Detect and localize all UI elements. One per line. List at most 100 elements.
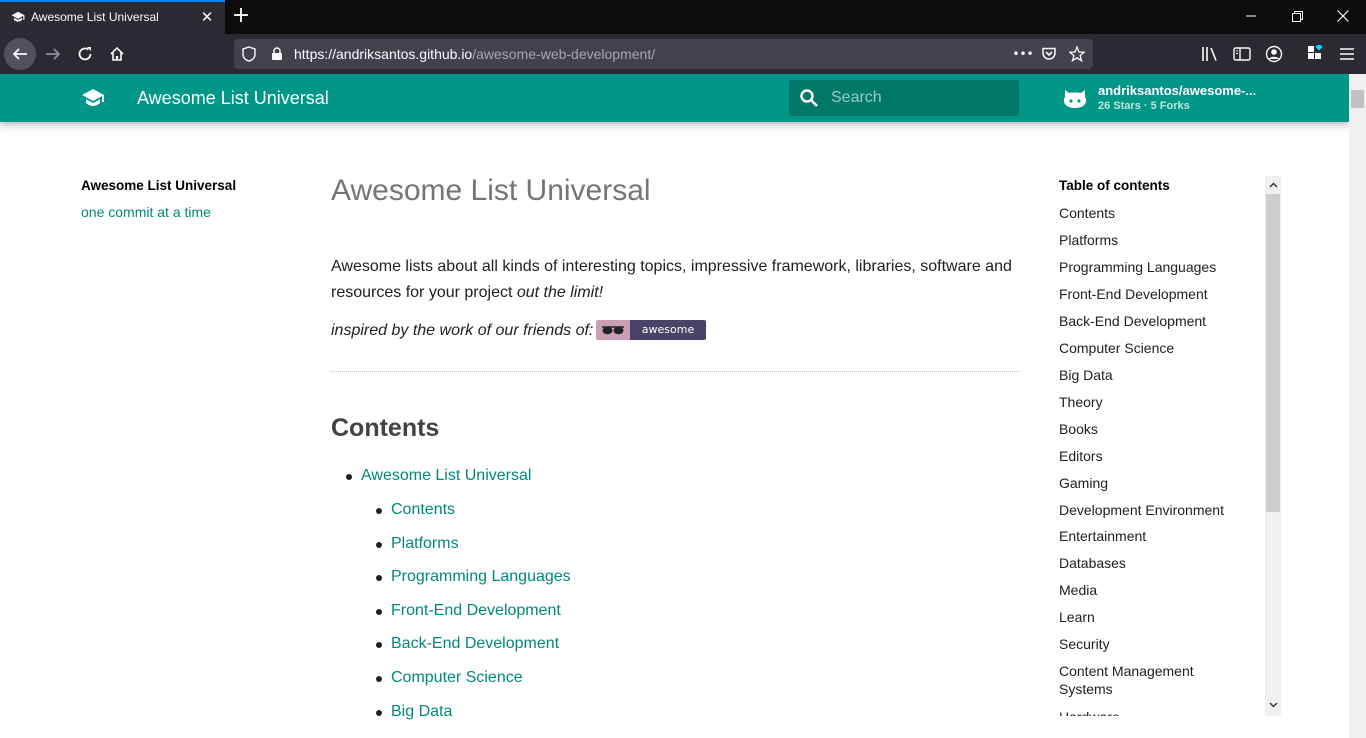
tab-title: Awesome List Universal <box>31 10 159 24</box>
graduation-cap-icon[interactable] <box>81 88 105 108</box>
chevron-up-icon <box>1269 182 1277 188</box>
toc-scrollbar-thumb[interactable] <box>1266 194 1280 512</box>
sidebar-subtitle-link[interactable]: one commit at a time <box>81 204 211 220</box>
library-icon[interactable] <box>1200 44 1220 64</box>
address-bar[interactable]: https://andriksantos.github.io/awesome-w… <box>234 39 1093 69</box>
restore-icon <box>1291 10 1303 22</box>
chevron-down-icon <box>1269 702 1277 708</box>
badge-label: awesome <box>630 320 706 340</box>
intro-emphasis: out the limit! <box>516 284 604 301</box>
navigation-toolbar: https://andriksantos.github.io/awesome-w… <box>0 34 1366 74</box>
toc-item[interactable]: Computer Science <box>1059 339 1249 357</box>
minimize-icon <box>1246 15 1256 17</box>
list-link[interactable]: Contents <box>391 501 455 519</box>
list-bullet <box>376 542 382 548</box>
web-page: Awesome List Universal andriksantos/awes… <box>0 74 1366 738</box>
star-icon[interactable] <box>1068 45 1086 63</box>
close-icon <box>1337 10 1349 22</box>
page-title: Awesome List Universal <box>331 174 651 207</box>
page-scrollbar[interactable] <box>1349 74 1366 738</box>
list-bullet <box>376 710 382 716</box>
list-link[interactable]: Front-End Development <box>391 602 561 620</box>
toc-item[interactable]: Media <box>1059 581 1249 599</box>
toc-item[interactable]: Big Data <box>1059 366 1249 384</box>
search-input[interactable] <box>831 80 1011 116</box>
toc-item[interactable]: Content Management Systems <box>1059 662 1249 698</box>
forward-button[interactable] <box>37 38 69 70</box>
toc-item[interactable]: Back-End Development <box>1059 312 1249 330</box>
tab-strip: Awesome List Universal ✕ + <box>0 0 1366 34</box>
sidebar-icon[interactable] <box>1232 44 1252 64</box>
list-bullet <box>376 676 382 682</box>
account-icon[interactable] <box>1264 44 1284 64</box>
active-tab[interactable]: Awesome List Universal ✕ <box>0 0 225 34</box>
arrow-right-icon <box>46 48 61 60</box>
toc-item[interactable]: Security <box>1059 635 1249 653</box>
sidebar-title: Awesome List Universal <box>81 178 237 193</box>
repository-name: andriksantos/awesome-... <box>1098 83 1257 98</box>
reload-button[interactable] <box>69 38 101 70</box>
page-scrollbar-thumb[interactable] <box>1351 90 1364 108</box>
list-link[interactable]: Computer Science <box>391 669 523 687</box>
list-link[interactable]: Big Data <box>391 703 452 721</box>
pocket-icon[interactable] <box>1040 45 1058 63</box>
site-header: Awesome List Universal andriksantos/awes… <box>0 74 1349 122</box>
tab-close-button[interactable]: ✕ <box>199 9 215 25</box>
restore-button[interactable] <box>1274 0 1320 32</box>
toc-item[interactable]: Databases <box>1059 554 1249 572</box>
arrow-left-icon <box>12 48 27 60</box>
list-link-top[interactable]: Awesome List Universal <box>361 467 531 485</box>
toc-item[interactable]: Contents <box>1059 204 1249 222</box>
home-icon <box>110 46 124 61</box>
intro-paragraph: Awesome lists about all kinds of interes… <box>331 254 1021 306</box>
table-of-contents[interactable]: Contents Platforms Programming Languages… <box>1059 196 1259 716</box>
search-icon[interactable] <box>799 88 819 108</box>
list-bullet <box>376 642 382 648</box>
toc-item[interactable]: Books <box>1059 420 1249 438</box>
toc-item[interactable]: Platforms <box>1059 231 1249 249</box>
minimize-button[interactable] <box>1228 0 1274 32</box>
scroll-down-arrow[interactable] <box>1265 697 1281 713</box>
list-link[interactable]: Programming Languages <box>391 568 571 586</box>
back-button[interactable] <box>4 38 36 70</box>
inspired-text: inspired by the work of our friends of: <box>331 322 594 339</box>
home-button[interactable] <box>101 38 133 70</box>
list-link[interactable]: Back-End Development <box>391 635 559 653</box>
scroll-up-arrow[interactable] <box>1265 177 1281 193</box>
toc-item[interactable]: Learn <box>1059 608 1249 626</box>
toc-item[interactable]: Front-End Development <box>1059 285 1249 303</box>
list-link[interactable]: Platforms <box>391 535 459 553</box>
intro-text: Awesome lists about all kinds of interes… <box>331 258 1012 301</box>
search-box[interactable] <box>789 80 1019 116</box>
list-bullet <box>376 609 382 615</box>
github-octocat-icon <box>1063 90 1087 108</box>
contents-heading: Contents <box>331 414 440 442</box>
site-title[interactable]: Awesome List Universal <box>137 88 329 109</box>
lock-icon[interactable] <box>268 45 286 63</box>
reload-icon <box>78 47 92 61</box>
toc-item[interactable]: Entertainment <box>1059 527 1249 545</box>
url-host: https://andriksantos.github.io <box>294 46 473 62</box>
toc-item[interactable]: Gaming <box>1059 474 1249 492</box>
close-window-button[interactable] <box>1320 0 1366 32</box>
list-bullet <box>346 474 352 480</box>
list-bullet <box>376 575 382 581</box>
url-path: /awesome-web-development/ <box>472 46 656 62</box>
sunglasses-icon <box>602 326 624 335</box>
toc-item[interactable]: Programming Languages <box>1059 258 1249 276</box>
toc-item[interactable]: Development Environment <box>1059 501 1249 519</box>
repository-facts: 26 Stars · 5 Forks <box>1098 100 1190 112</box>
shield-icon[interactable] <box>240 45 258 63</box>
toc-item[interactable]: Theory <box>1059 393 1249 411</box>
awesome-badge[interactable]: awesome <box>596 320 706 340</box>
new-tab-button[interactable]: + <box>231 5 251 27</box>
divider <box>331 371 1019 372</box>
url-text[interactable]: https://andriksantos.github.io/awesome-w… <box>294 46 655 62</box>
graduation-cap-icon <box>11 11 25 22</box>
menu-icon[interactable] <box>1337 44 1357 64</box>
toc-item[interactable]: Editors <box>1059 447 1249 465</box>
toc-item[interactable]: Hardware <box>1059 708 1249 716</box>
repository-link[interactable]: andriksantos/awesome-... 26 Stars · 5 Fo… <box>1062 80 1272 116</box>
extensions-icon[interactable] <box>1306 44 1326 64</box>
page-actions-more-icon[interactable]: ••• <box>1012 45 1034 63</box>
